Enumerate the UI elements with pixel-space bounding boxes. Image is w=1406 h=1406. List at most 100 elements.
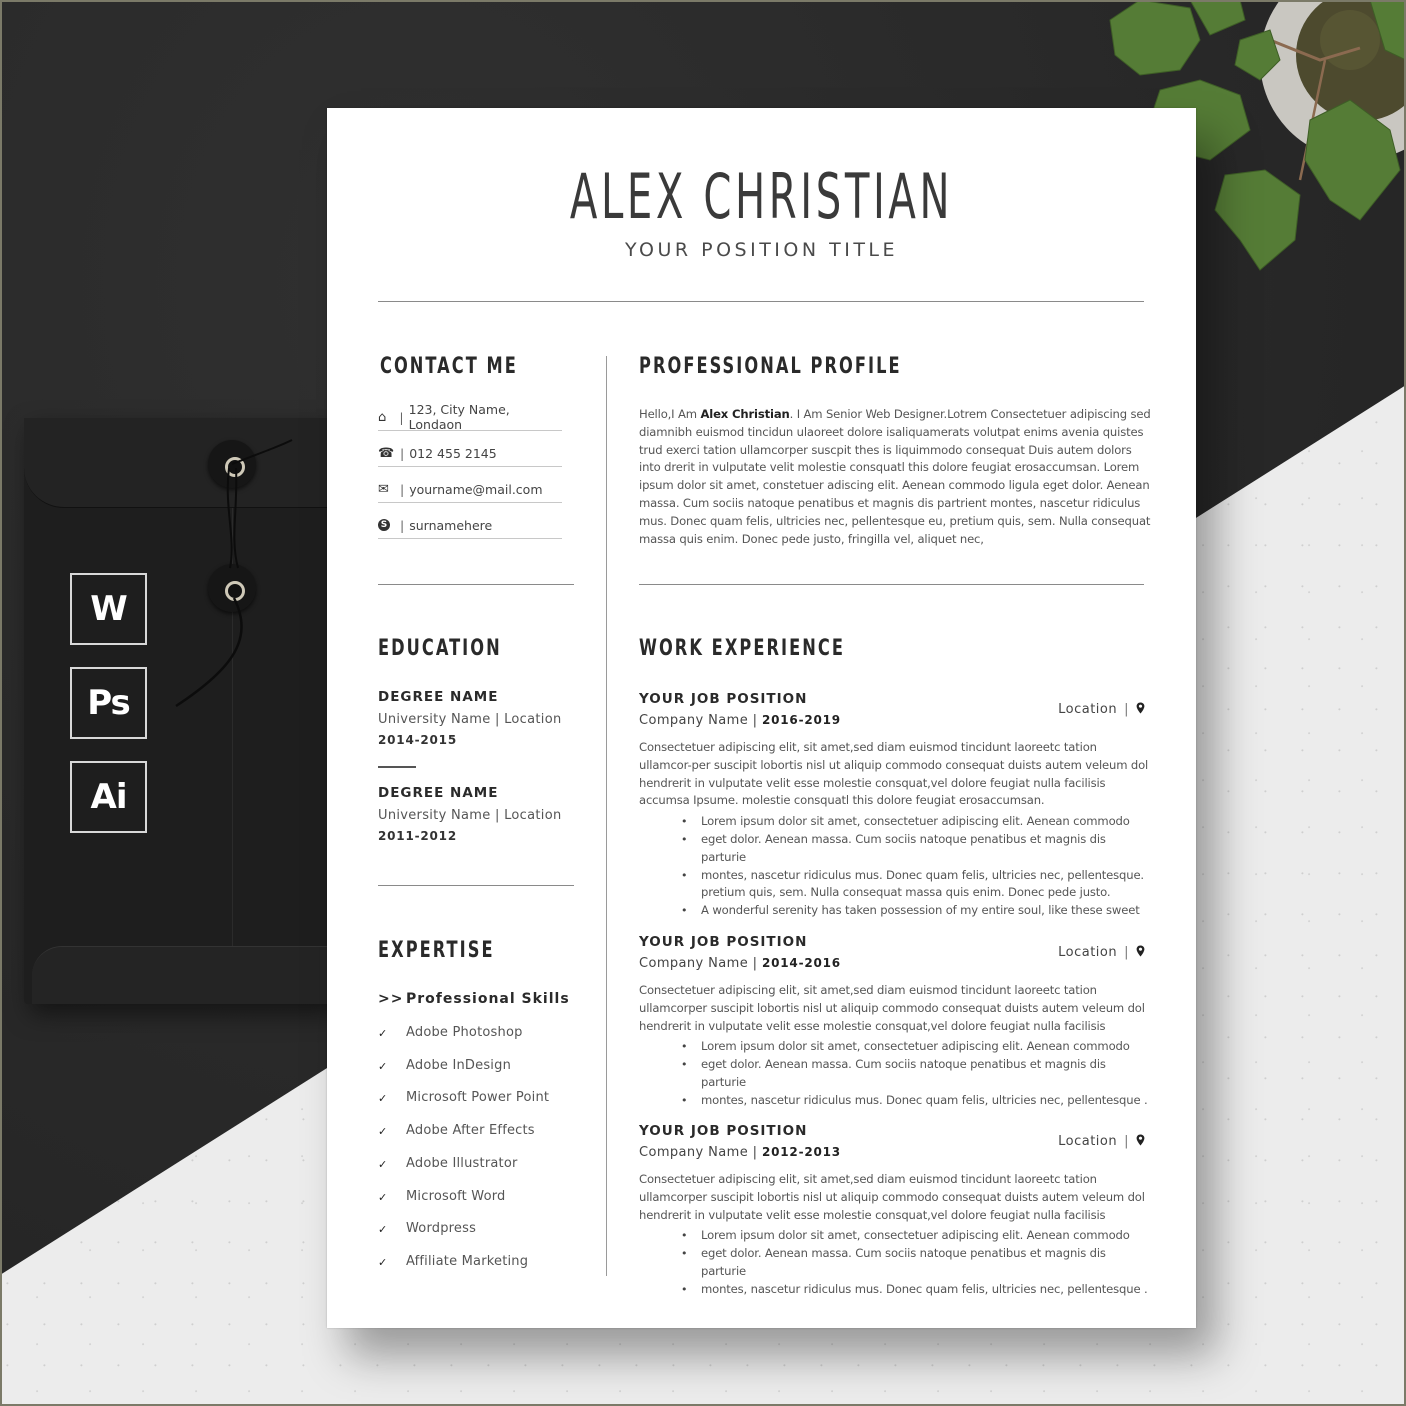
contact-separator: | [399, 409, 404, 425]
education-years: 2014-2015 [378, 733, 457, 747]
contact-divider [378, 584, 574, 585]
job-bullet: eget dolor. Aenean massa. Cum sociis nat… [681, 1056, 1151, 1092]
check-icon: ✓ [378, 1191, 388, 1204]
job-bullet: montes, nascetur ridiculus mus. Donec qu… [681, 867, 1151, 903]
column-divider [606, 356, 607, 1276]
skill-item: ✓ Adobe Illustrator [378, 1156, 518, 1171]
position-title: YOUR POSITION TITLE [624, 239, 899, 261]
professional-skills-heading: >> Professional Skills [378, 991, 570, 1007]
check-icon: ✓ [378, 1060, 388, 1073]
contact-skype: S | surnamehere [378, 512, 562, 539]
company-name: Company Name | [639, 713, 762, 728]
profile-divider [639, 584, 1144, 585]
map-pin-icon [1136, 945, 1145, 960]
check-icon: ✓ [378, 1223, 388, 1236]
job-description: Consectetuer adipiscing elit, sit amet,s… [639, 983, 1145, 1033]
map-pin-icon [1136, 1134, 1145, 1149]
job-bullet: Lorem ipsum dolor sit amet, consectetuer… [681, 1038, 1151, 1056]
degree-name: DEGREE NAME [378, 785, 499, 801]
job-location: Location | [1058, 1134, 1145, 1149]
location-separator: | [1124, 1134, 1129, 1149]
university-name: University Name | Location [378, 712, 562, 727]
skill-item: ✓ Wordpress [378, 1221, 476, 1236]
skill-label: Affiliate Marketing [406, 1254, 529, 1269]
skill-item: ✓ Affiliate Marketing [378, 1254, 528, 1269]
resume-page: ALEX CHRISTIAN YOUR POSITION TITLE CONTA… [327, 108, 1196, 1328]
profile-name: Alex Christian [700, 407, 790, 421]
job-bullet: A wonderful serenity has taken possessio… [681, 902, 1151, 920]
contact-skype-text: surnamehere [409, 517, 493, 533]
contact-separator: | [400, 481, 405, 497]
education-section-title: EDUCATION [378, 636, 502, 661]
education-divider [378, 885, 574, 886]
header-divider [378, 301, 1144, 302]
job-years: 2014-2016 [761, 956, 841, 970]
job-bullet: Lorem ipsum dolor sit amet, consectetuer… [681, 1227, 1151, 1245]
company-name: Company Name | [639, 956, 762, 971]
education-years: 2011-2012 [378, 829, 457, 843]
skype-icon: S [378, 519, 390, 531]
profile-section-title: PROFESSIONAL PROFILE [639, 354, 902, 379]
education-separator [378, 766, 416, 768]
job-bullet: eget dolor. Aenean massa. Cum sociis nat… [681, 1245, 1151, 1281]
check-icon: ✓ [378, 1158, 388, 1171]
contact-address: ⌂ | 123, City Name, Londaon [378, 402, 562, 432]
check-icon: ✓ [378, 1092, 388, 1105]
skill-label: Adobe InDesign [406, 1058, 512, 1073]
job-description: Consectetuer adipiscing elit, sit amet,s… [639, 1172, 1145, 1222]
job-entry: YOUR JOB POSITION Company Name | 2016-20… [639, 691, 1151, 920]
contact-address-text: 123, City Name, Londaon [408, 402, 510, 432]
envelope-bottom-flap [32, 946, 334, 1004]
job-bullets: Lorem ipsum dolor sit amet, consectetuer… [681, 1227, 1151, 1298]
company-name: Company Name | [639, 1145, 762, 1160]
job-location: Location | [1058, 945, 1145, 960]
profile-intro: Hello,I Am [639, 407, 701, 421]
contact-separator: | [400, 517, 405, 533]
phone-icon: ☎ [378, 445, 395, 461]
illustrator-app-badge: Ai [70, 761, 147, 833]
skills-heading-text: Professional Skills [406, 991, 570, 1007]
job-years: 2016-2019 [761, 713, 841, 727]
skill-label: Adobe Illustrator [406, 1156, 518, 1171]
degree-name: DEGREE NAME [378, 689, 499, 705]
skill-label: Microsoft Power Point [406, 1090, 550, 1105]
double-chevron-icon: >> [378, 991, 404, 1007]
job-entry: YOUR JOB POSITION Company Name | 2014-20… [639, 934, 1151, 1110]
skill-label: Wordpress [406, 1221, 477, 1236]
education-entry: DEGREE NAME University Name | Location 2… [378, 785, 598, 843]
check-icon: ✓ [378, 1256, 388, 1269]
location-text: Location [1058, 945, 1118, 960]
job-years: 2012-2013 [761, 1145, 841, 1159]
job-bullets: Lorem ipsum dolor sit amet, consectetuer… [681, 1038, 1151, 1109]
job-bullet: montes, nascetur ridiculus mus. Donec qu… [681, 1092, 1151, 1110]
skill-label: Adobe Photoshop [406, 1025, 523, 1040]
location-text: Location [1058, 702, 1118, 717]
work-experience-section-title: WORK EXPERIENCE [639, 636, 845, 661]
job-location: Location | [1058, 702, 1145, 717]
job-entry: YOUR JOB POSITION Company Name | 2012-20… [639, 1123, 1151, 1299]
skill-item: ✓ Adobe Photoshop [378, 1025, 523, 1040]
word-app-badge: W [70, 573, 147, 645]
contact-phone-text: 012 455 2145 [409, 445, 497, 461]
contact-phone: ☎ | 012 455 2145 [378, 440, 562, 467]
check-icon: ✓ [378, 1125, 388, 1138]
photoshop-app-badge: Ps [70, 667, 147, 739]
contact-section-title: CONTACT ME [380, 354, 518, 379]
check-icon: ✓ [378, 1027, 388, 1040]
contact-email: ✉ | yourname@mail.com [378, 476, 562, 503]
profile-body: . I Am Senior Web Designer.Lotrem Consec… [639, 407, 1151, 546]
skill-item: ✓ Microsoft Power Point [378, 1090, 549, 1105]
location-separator: | [1124, 945, 1129, 960]
job-bullets: Lorem ipsum dolor sit amet, consectetuer… [681, 813, 1151, 920]
job-description: Consectetuer adipiscing elit, sit amet,s… [639, 740, 1149, 808]
contact-email-text: yourname@mail.com [409, 481, 543, 497]
skill-item: ✓ Microsoft Word [378, 1189, 506, 1204]
job-bullet: eget dolor. Aenean massa. Cum sociis nat… [681, 831, 1151, 867]
location-separator: | [1124, 702, 1129, 717]
job-bullet: montes, nascetur ridiculus mus. Donec qu… [681, 1281, 1151, 1299]
job-bullet: Lorem ipsum dolor sit amet, consectetuer… [681, 813, 1151, 831]
resume-name: ALEX CHRISTIAN [569, 160, 954, 233]
home-icon: ⌂ [378, 409, 387, 425]
location-text: Location [1058, 1134, 1118, 1149]
contact-separator: | [400, 445, 405, 461]
